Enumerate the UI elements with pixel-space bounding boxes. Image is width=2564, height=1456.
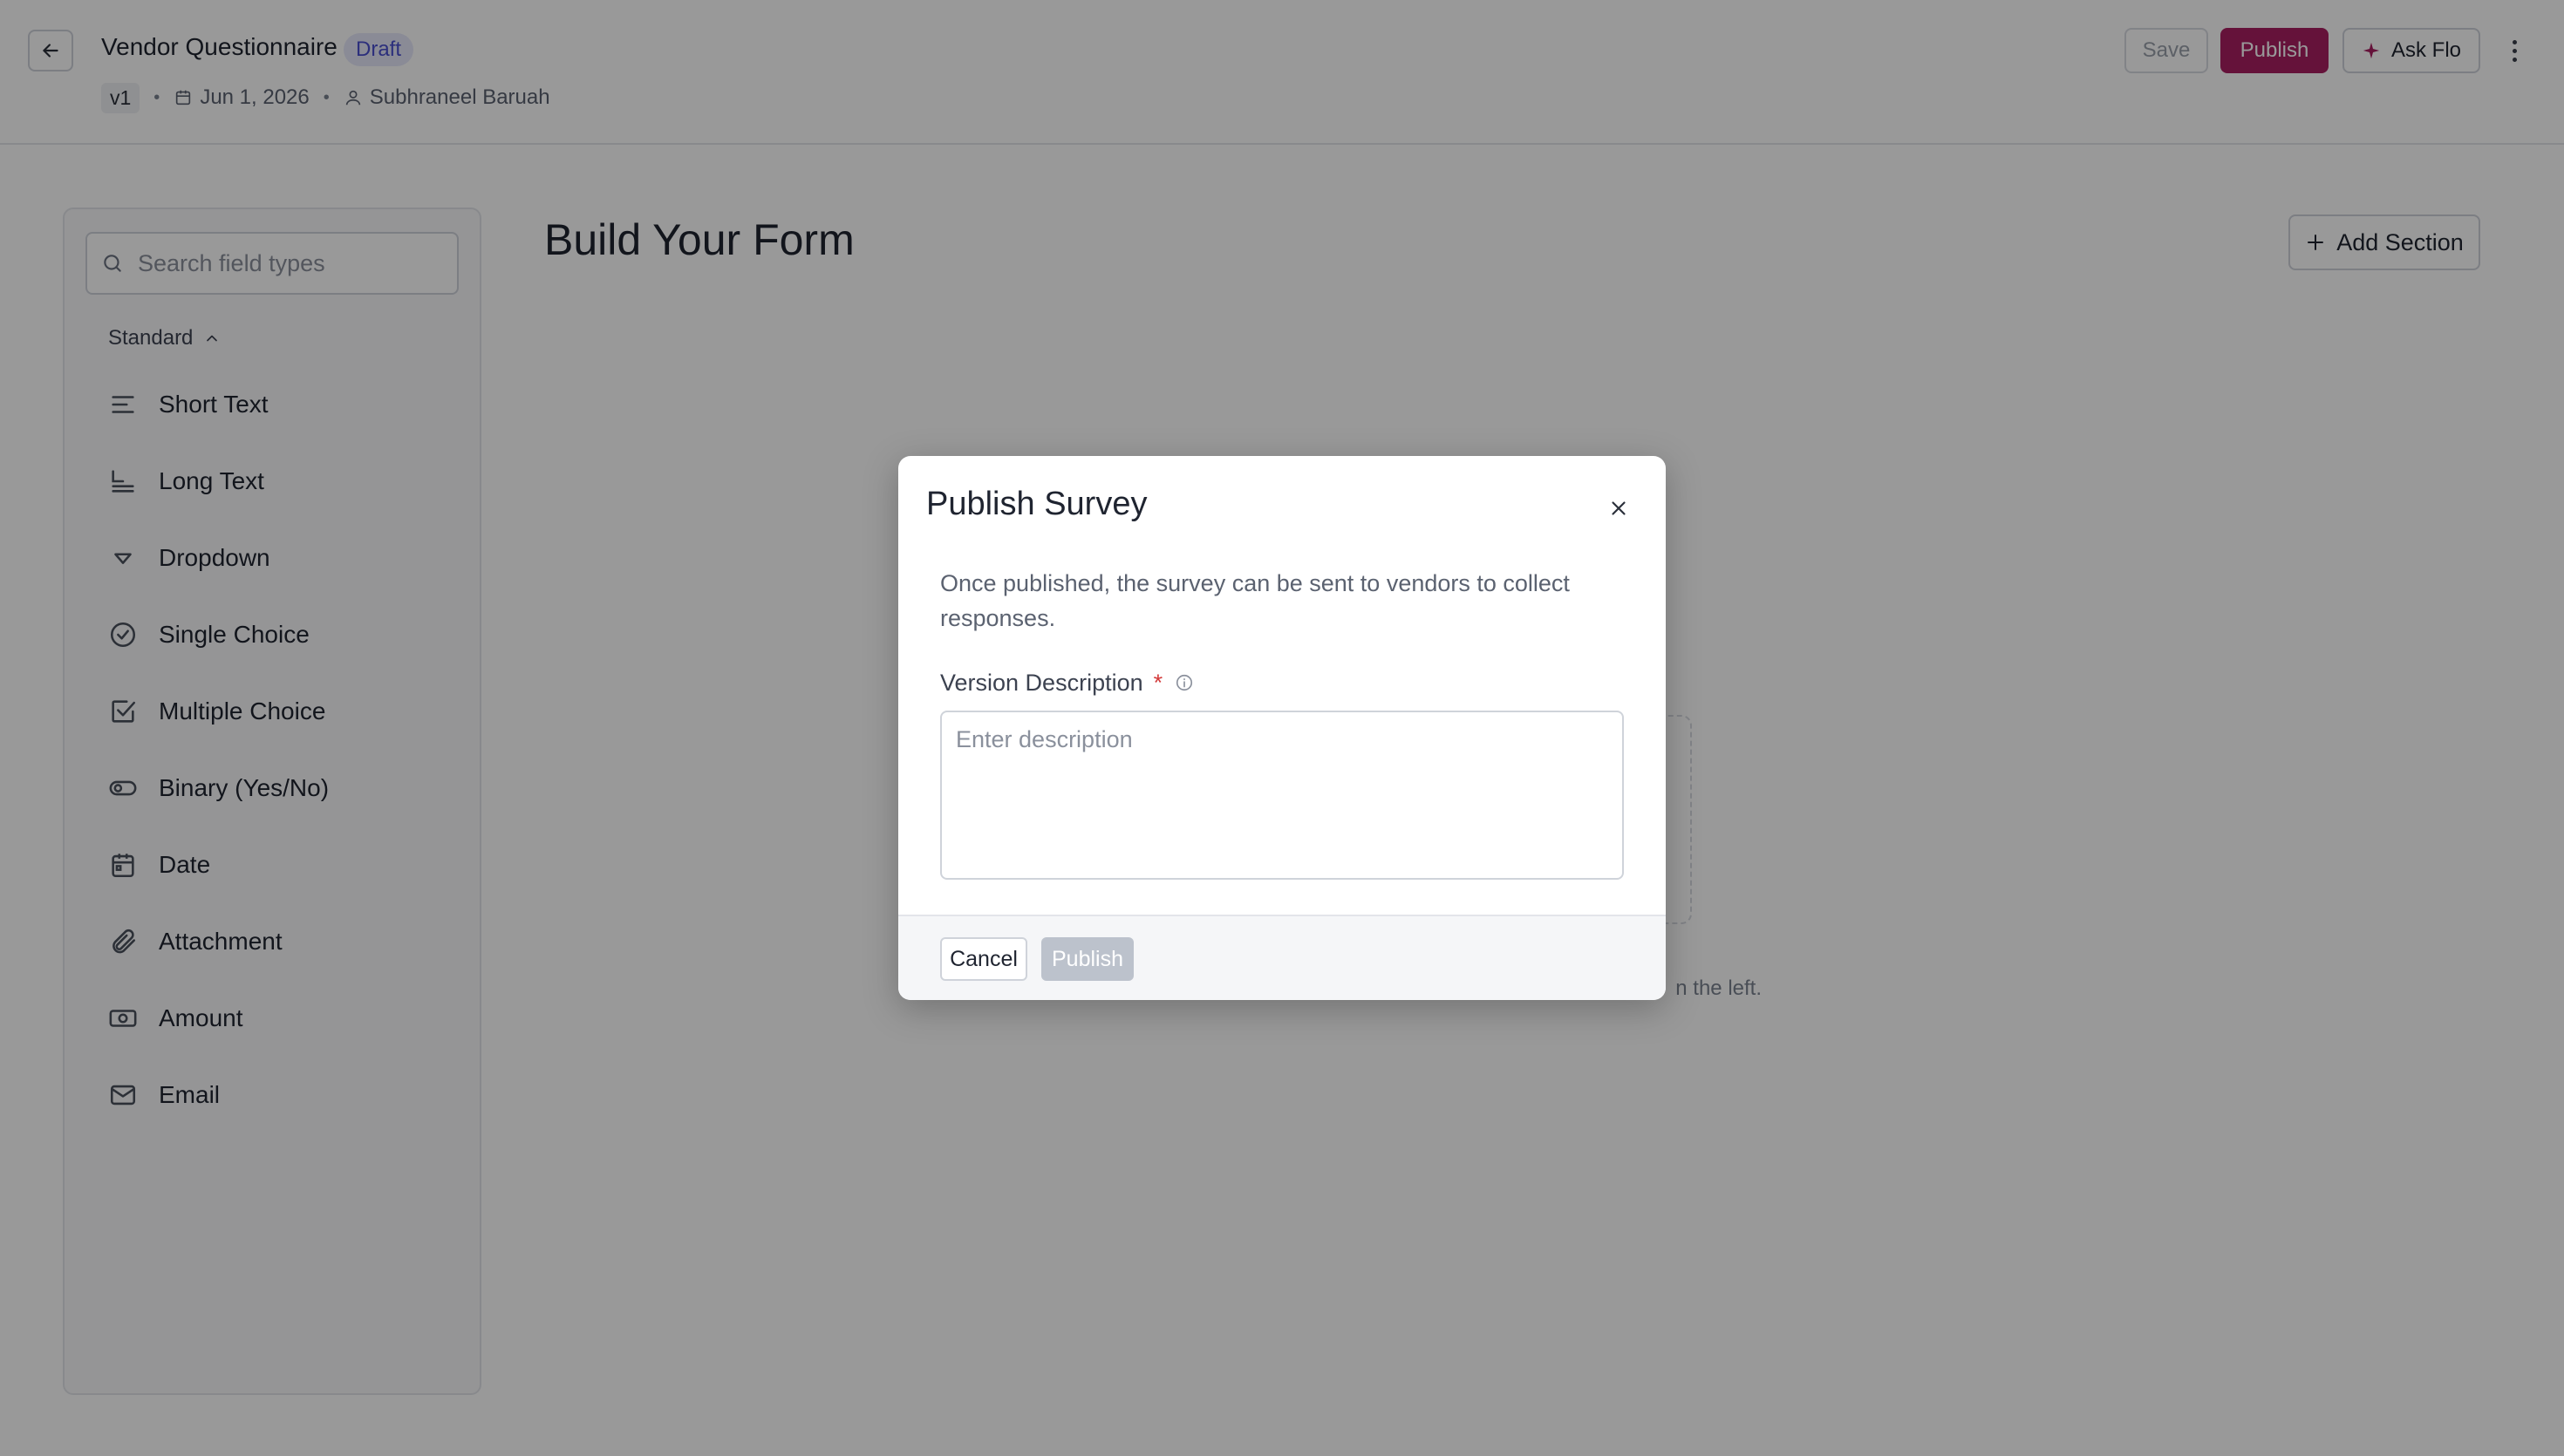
version-description-label: Version Description * xyxy=(940,665,1194,700)
info-icon[interactable] xyxy=(1175,673,1194,692)
close-icon xyxy=(1612,501,1626,515)
required-marker: * xyxy=(1153,669,1163,696)
dialog-publish-button[interactable]: Publish xyxy=(1041,937,1134,981)
version-description-textarea[interactable] xyxy=(940,711,1624,880)
cancel-button[interactable]: Cancel xyxy=(940,937,1027,981)
field-label-text: Version Description xyxy=(940,669,1143,696)
dialog-title: Publish Survey xyxy=(926,486,1148,522)
close-button[interactable] xyxy=(1603,493,1634,524)
publish-survey-dialog: Publish Survey Once published, the surve… xyxy=(898,456,1666,1000)
dialog-description: Once published, the survey can be sent t… xyxy=(940,570,1570,631)
dialog-footer: Cancel Publish xyxy=(898,915,1666,1000)
